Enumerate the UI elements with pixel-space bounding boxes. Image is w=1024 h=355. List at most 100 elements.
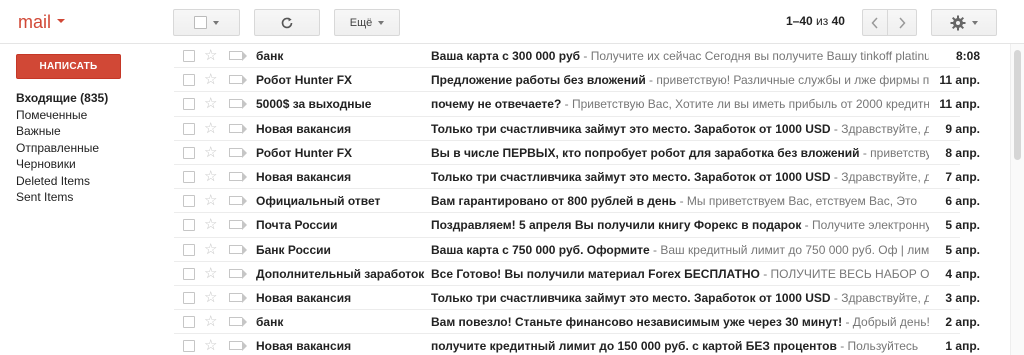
message-subject-line: Поздравляем! 5 апреля Вы получили книгу …	[431, 218, 929, 232]
star-icon[interactable]: ☆	[204, 241, 217, 258]
checkbox-icon	[194, 16, 207, 29]
star-icon[interactable]: ☆	[204, 168, 217, 185]
message-list: ☆ банк Ваша карта с 300 000 руб - Получите…	[174, 44, 980, 355]
message-date: 1 апр.	[945, 339, 980, 354]
message-sender: Новая вакансия	[256, 169, 352, 184]
message-row[interactable]: ☆ Новая вакансия Только три счастливчика з…	[174, 117, 980, 141]
message-preview: - Ваш кредитный лимит до 750 000 руб. Оф…	[649, 242, 929, 257]
star-icon[interactable]: ☆	[204, 265, 217, 282]
row-checkbox[interactable]	[183, 219, 195, 232]
message-subject-line: Вам повезло! Станьте финансово независим…	[431, 315, 929, 329]
message-date: 2 апр.	[945, 315, 980, 330]
message-row[interactable]: ☆ Робот Hunter FX Предложение работы без в…	[174, 68, 980, 93]
row-checkbox[interactable]	[183, 243, 195, 256]
message-row[interactable]: ☆ банк Вам повезло! Станьте финансово неза…	[174, 310, 980, 335]
importance-marker-icon[interactable]	[229, 99, 247, 110]
row-checkbox[interactable]	[183, 267, 195, 280]
importance-marker-icon[interactable]	[229, 196, 247, 207]
mail-logo-menu[interactable]: mail	[18, 12, 66, 33]
message-preview: - Мы приветствуем Вас, етствуем Вас, Это	[676, 194, 918, 209]
importance-marker-icon[interactable]	[229, 147, 247, 158]
star-icon[interactable]: ☆	[204, 289, 217, 306]
row-checkbox[interactable]	[183, 74, 195, 87]
message-sender: Официальный ответ	[256, 194, 381, 209]
star-icon[interactable]: ☆	[204, 192, 217, 209]
row-checkbox[interactable]	[183, 316, 195, 329]
nav-item-sent[interactable]: Отправленные	[16, 140, 166, 157]
refresh-button[interactable]	[254, 9, 320, 36]
message-row[interactable]: ☆ Робот Hunter FX Вы в числе ПЕРВЫХ, кто п…	[174, 141, 980, 165]
star-icon[interactable]: ☆	[204, 47, 217, 64]
importance-marker-icon[interactable]	[229, 220, 247, 231]
message-preview: - Здравствуйте, др	[830, 121, 929, 136]
message-row[interactable]: ☆ Официальный ответ Вам гарантировано от 8…	[174, 189, 980, 214]
importance-marker-icon[interactable]	[229, 317, 247, 328]
message-subject-line: Вам гарантировано от 800 рублей в день -…	[431, 194, 929, 208]
importance-marker-icon[interactable]	[229, 171, 247, 182]
chevron-down-icon	[57, 19, 66, 24]
message-sender: Дополнительный заработок	[256, 266, 425, 281]
message-subject-line: Все Готово! Вы получили материал Forex Б…	[431, 267, 929, 281]
more-label: Ещё	[349, 16, 373, 29]
importance-marker-icon[interactable]	[229, 123, 247, 134]
message-row[interactable]: ☆ Почта России Поздравляем! 5 апреля Вы по…	[174, 213, 980, 238]
row-checkbox[interactable]	[183, 291, 195, 304]
star-icon[interactable]: ☆	[204, 337, 217, 354]
row-checkbox[interactable]	[183, 122, 195, 135]
row-checkbox[interactable]	[183, 146, 195, 159]
message-subject: Ваша карта с 300 000 руб	[431, 49, 581, 63]
star-icon[interactable]: ☆	[204, 313, 217, 330]
message-row[interactable]: ☆ 5000$ за выходные почему не отвечаете? -…	[174, 92, 980, 117]
prev-page-button[interactable]	[862, 9, 888, 36]
message-row[interactable]: ☆ Новая вакансия Только три счастливчика з…	[174, 165, 980, 190]
scrollbar[interactable]	[1010, 44, 1024, 355]
importance-marker-icon[interactable]	[229, 268, 247, 279]
message-subject-line: Ваша карта с 300 000 руб - Получите их с…	[431, 49, 929, 63]
message-preview: - приветствую! Различные службы и лже фи…	[645, 73, 929, 88]
message-date: 7 апр.	[945, 169, 980, 184]
nav-item-sent-items[interactable]: Sent Items	[16, 189, 166, 206]
importance-marker-icon[interactable]	[229, 75, 247, 86]
message-date: 11 апр.	[939, 97, 980, 112]
row-checkbox[interactable]	[183, 170, 195, 183]
scrollbar-thumb[interactable]	[1014, 50, 1021, 160]
star-icon[interactable]: ☆	[204, 144, 217, 161]
row-checkbox[interactable]	[183, 98, 195, 111]
nav-item-starred[interactable]: Помеченные	[16, 107, 166, 124]
message-row[interactable]: ☆ Дополнительный заработок Все Готово! Вы …	[174, 262, 980, 286]
message-row[interactable]: ☆ Банк России Ваша карта с 750 000 руб. Оф…	[174, 238, 980, 262]
importance-marker-icon[interactable]	[229, 341, 247, 352]
star-icon[interactable]: ☆	[204, 216, 217, 233]
star-icon[interactable]: ☆	[204, 71, 217, 88]
message-sender: банк	[256, 315, 284, 330]
settings-button[interactable]	[931, 9, 997, 36]
row-checkbox[interactable]	[183, 340, 195, 353]
nav-item-deleted-items[interactable]: Deleted Items	[16, 173, 166, 190]
select-all-button[interactable]	[173, 9, 240, 36]
message-sender: Новая вакансия	[256, 290, 352, 305]
star-icon[interactable]: ☆	[204, 95, 217, 112]
message-date: 6 апр.	[945, 194, 980, 209]
importance-marker-icon[interactable]	[229, 292, 247, 303]
nav-item-important[interactable]: Важные	[16, 123, 166, 140]
importance-marker-icon[interactable]	[229, 51, 247, 61]
message-row[interactable]: ☆ банк Ваша карта с 300 000 руб - Получите…	[174, 44, 980, 69]
message-preview: - приветству	[859, 145, 929, 160]
message-date: 11 апр.	[939, 73, 980, 88]
row-checkbox[interactable]	[183, 50, 195, 62]
next-page-button[interactable]	[887, 9, 917, 36]
more-button[interactable]: Ещё	[334, 9, 400, 36]
message-row[interactable]: ☆ Новая вакансия Только три счастливчика з…	[174, 286, 980, 311]
compose-button[interactable]: НАПИСАТЬ	[16, 54, 121, 79]
message-subject: Вы в числе ПЕРВЫХ, кто попробует робот д…	[431, 145, 860, 160]
star-icon[interactable]: ☆	[204, 120, 217, 137]
row-checkbox[interactable]	[183, 195, 195, 208]
chevron-left-icon	[871, 16, 878, 29]
message-preview: - Здравствуйте, др	[830, 290, 929, 305]
importance-marker-icon[interactable]	[229, 244, 247, 255]
message-sender: Новая вакансия	[256, 339, 352, 354]
nav-item-inbox[interactable]: Входящие (835)	[16, 90, 166, 107]
message-row[interactable]: ☆ Новая вакансия получите кредитный лимит …	[174, 334, 980, 355]
pager-total: 40	[831, 14, 845, 28]
nav-item-drafts[interactable]: Черновики	[16, 156, 166, 173]
